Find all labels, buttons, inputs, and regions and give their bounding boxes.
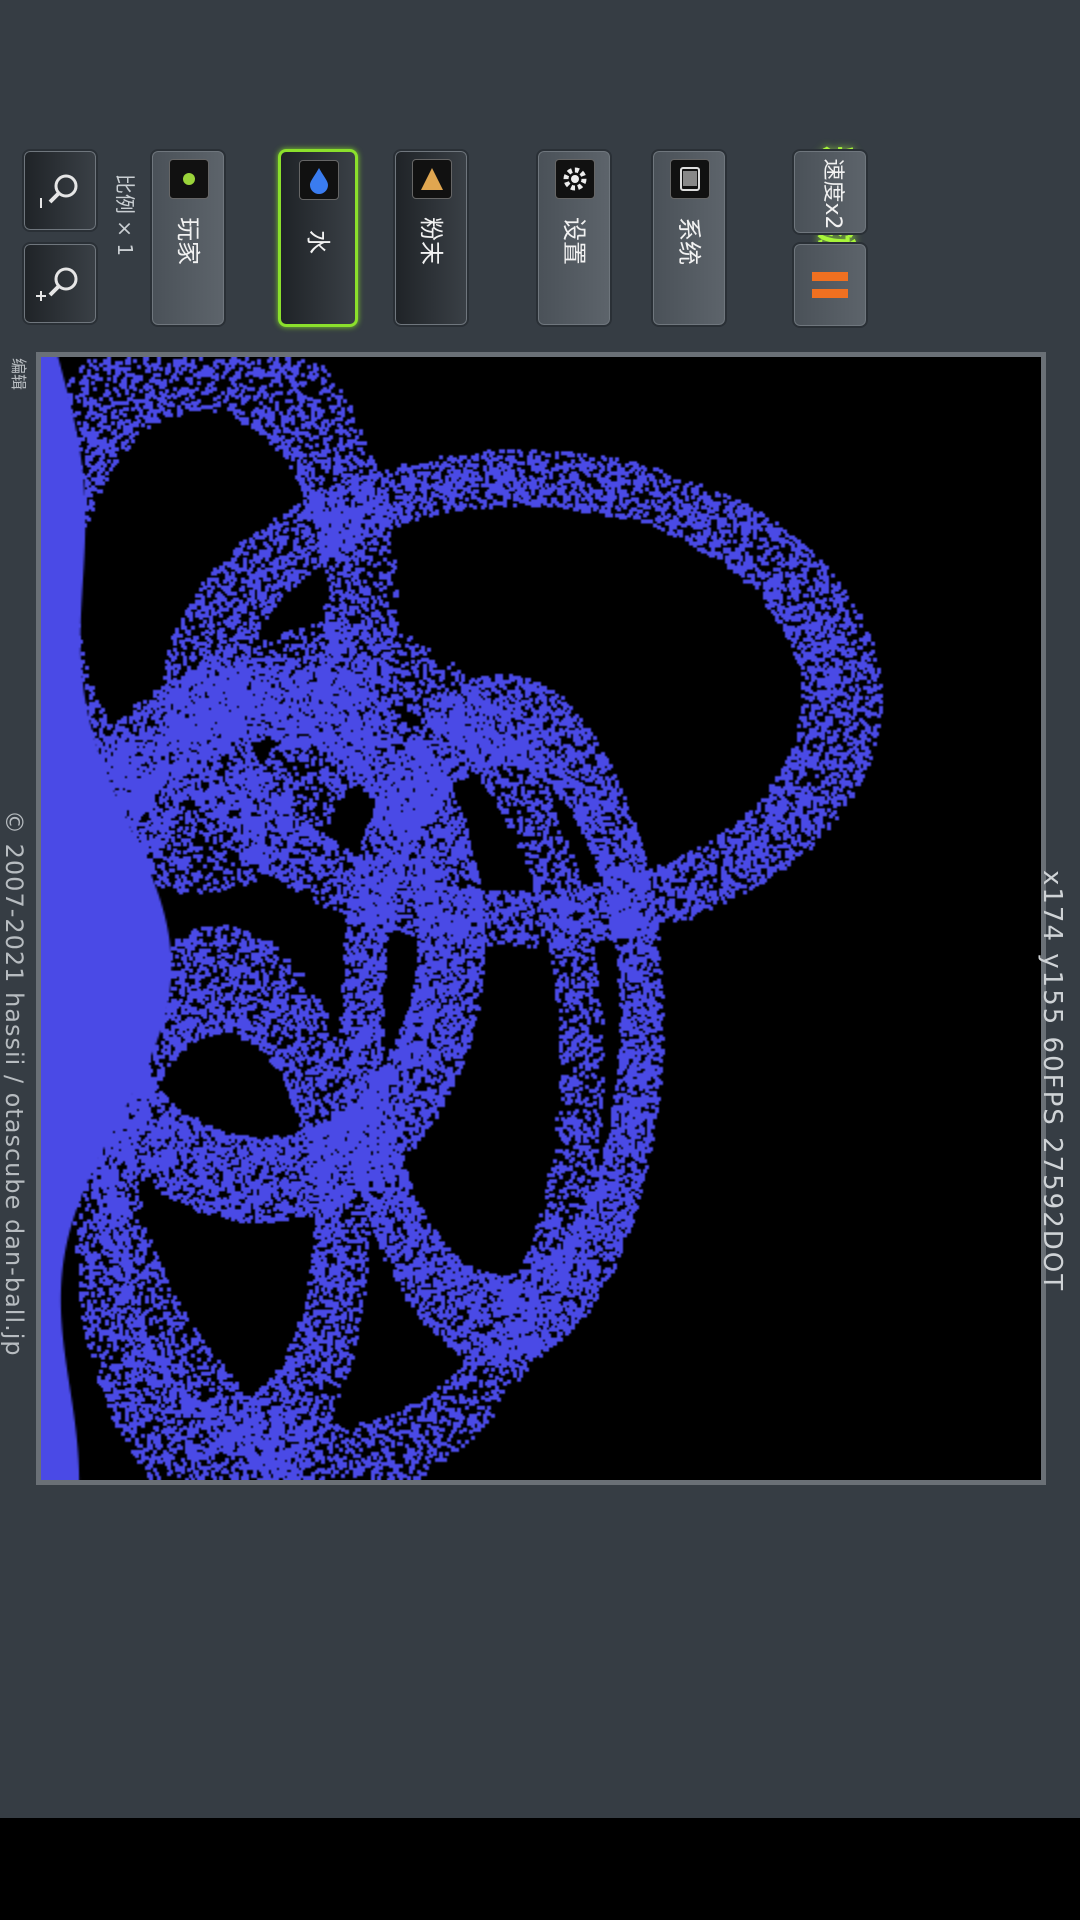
player-label: 玩家	[174, 217, 202, 265]
pause-button[interactable]	[792, 242, 868, 328]
coords-fps-dot-readout: x174 y155 60FPS 27592DOT	[1037, 870, 1067, 1293]
water-button[interactable]: 水	[278, 149, 358, 327]
water-label: 水	[304, 230, 332, 254]
settings-button[interactable]: 设置	[536, 149, 612, 327]
speed-button[interactable]: 速度x2	[792, 149, 868, 235]
system-label: 系统	[675, 217, 703, 265]
zoom-in-icon	[36, 267, 78, 301]
scale-label: 比例 × 1	[113, 173, 137, 257]
settings-label: 设置	[560, 217, 588, 265]
copyright-text: © 2007-2021 hassii / otascube dan-ball.j…	[0, 810, 28, 1357]
speed-label: 速度x2	[820, 158, 845, 230]
system-button[interactable]: 系统	[651, 149, 727, 327]
powder-label: 粉末	[417, 217, 445, 265]
pause-icon	[812, 272, 848, 298]
zoom-out-button[interactable]	[22, 149, 98, 232]
edit-label: 编辑	[9, 357, 28, 390]
player-button[interactable]: 玩家	[150, 149, 226, 327]
system-nav-bar	[0, 1818, 1080, 1920]
app-screen: 粉末游戏 速度x2 系统 设置 粉末 水	[0, 0, 1080, 1818]
simulation-canvas[interactable]	[41, 357, 1041, 1480]
zoom-in-button[interactable]	[22, 242, 98, 325]
simulation-frame	[36, 352, 1046, 1485]
powder-button[interactable]: 粉末	[393, 149, 469, 327]
zoom-out-icon	[40, 174, 78, 208]
